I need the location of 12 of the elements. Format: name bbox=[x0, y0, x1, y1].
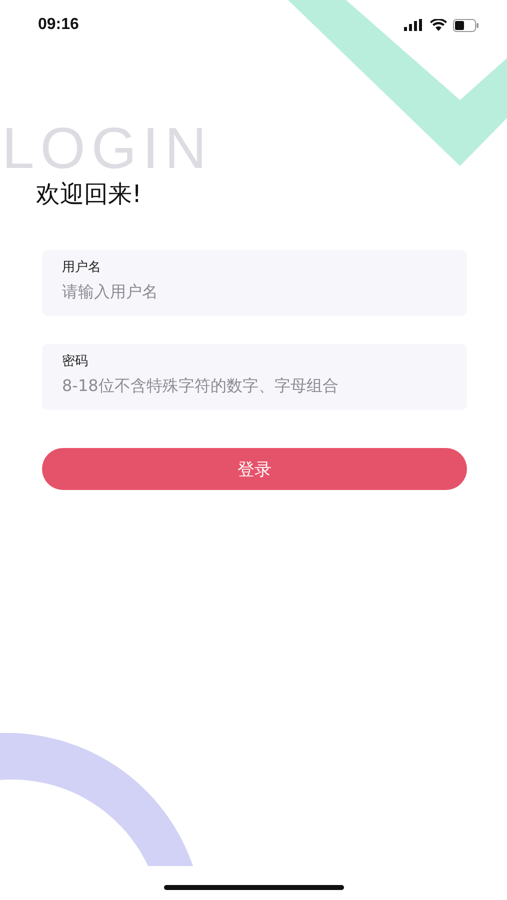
input-field[interactable]: 密码 8-18位不含特殊字符的数字、字母组合 bbox=[42, 344, 467, 410]
status-time: 09:16 bbox=[38, 16, 79, 34]
input-field[interactable]: 用户名 请输入用户名 bbox=[42, 250, 467, 316]
field-label: 密码 bbox=[62, 353, 89, 370]
signal-icon bbox=[404, 19, 424, 31]
wifi-icon bbox=[430, 19, 447, 31]
login-button[interactable]: 登录 bbox=[42, 448, 467, 490]
battery-icon bbox=[453, 18, 479, 32]
text-input[interactable]: 8-18位不含特殊字符的数字、字母组合 bbox=[62, 376, 447, 395]
welcome-heading: 欢迎回来! bbox=[36, 179, 142, 210]
field-label: 用户名 bbox=[62, 259, 102, 276]
text-input[interactable]: 请输入用户名 bbox=[62, 282, 447, 301]
